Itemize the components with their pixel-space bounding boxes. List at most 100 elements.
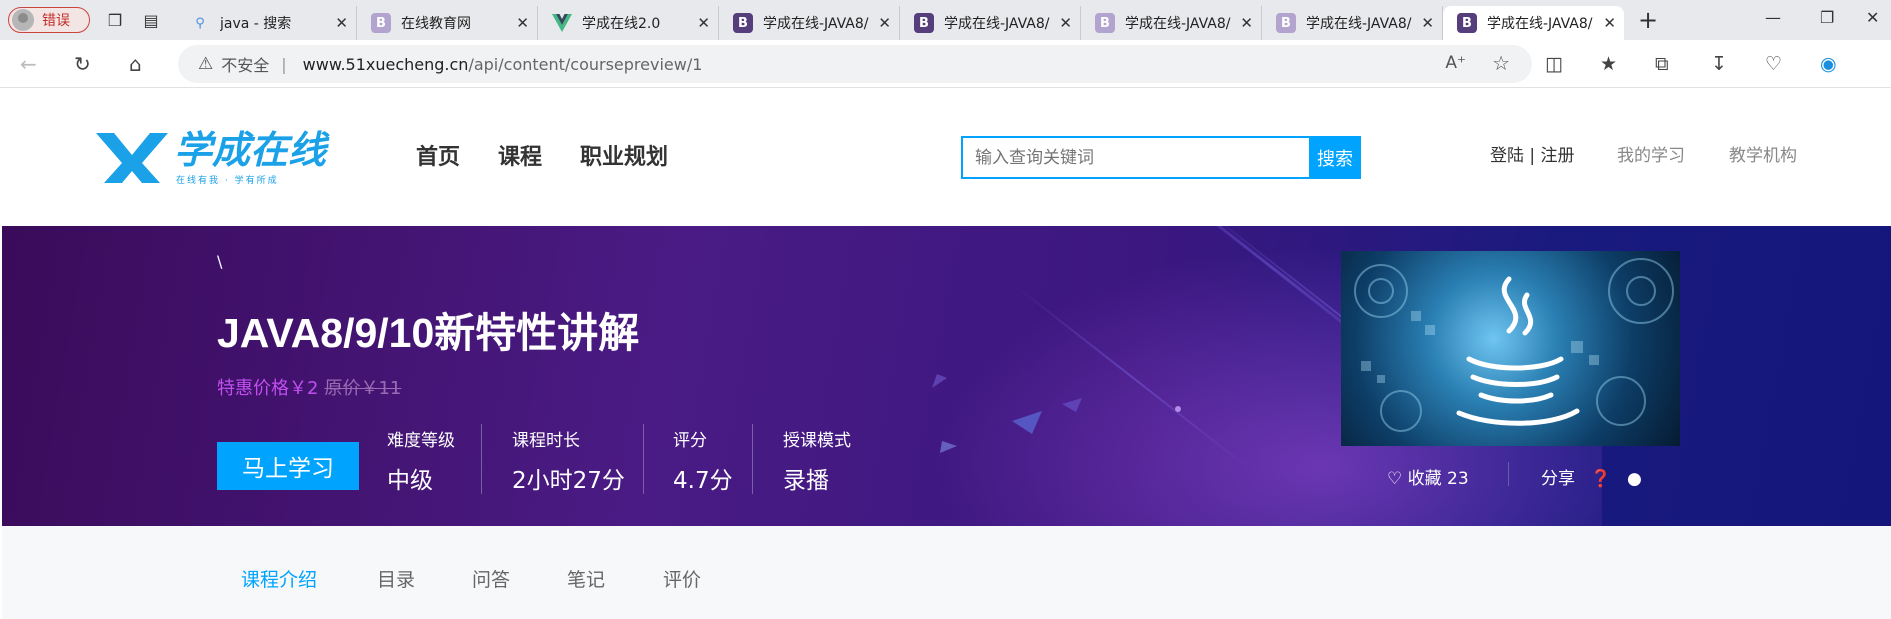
search-input[interactable] xyxy=(961,136,1309,179)
close-tab-icon[interactable]: ✕ xyxy=(1240,14,1253,32)
browser-tab[interactable]: B 学成在线-JAVA8/ ✕ xyxy=(900,6,1081,40)
stat-duration: 课程时长 2小时27分 xyxy=(512,426,625,495)
bootstrap-icon: B xyxy=(733,13,753,33)
favorites-icon[interactable]: ★ xyxy=(1600,53,1617,75)
wechat-icon[interactable]: ❓ xyxy=(1590,469,1611,489)
tab-actions-icon[interactable]: ▤ xyxy=(140,9,162,31)
site-search: 搜索 xyxy=(961,136,1361,179)
java-logo-icon xyxy=(1354,258,1674,432)
tab-intro[interactable]: 课程介绍 xyxy=(241,565,317,592)
qq-icon[interactable]: ● xyxy=(1627,469,1642,489)
tab-qa[interactable]: 问答 xyxy=(472,565,510,592)
tab-title: java - 搜索 xyxy=(220,16,292,32)
address-toolbar: ← ↻ ⌂ ⚠ 不安全 | www.51xuecheng.cn/api/cont… xyxy=(0,40,1891,88)
site-header: 学成在线 在线有我 · 学有所成 首页 课程 职业规划 搜索 登陆 | 注册 我… xyxy=(0,89,1891,226)
stat-label: 评分 xyxy=(673,431,707,451)
nav-career[interactable]: 职业规划 xyxy=(580,139,668,171)
course-banner: \ JAVA8/9/10新特性讲解 特惠价格￥2 原价￥11 马上学习 难度等级 … xyxy=(2,226,1891,526)
tab-title: 学成在线2.0 xyxy=(582,16,661,32)
browser-tab[interactable]: B 学成在线-JAVA8/ ✕ xyxy=(1081,6,1262,40)
home-icon[interactable]: ⌂ xyxy=(129,52,142,76)
search-button[interactable]: 搜索 xyxy=(1309,136,1361,179)
bootstrap-icon: B xyxy=(1095,13,1115,33)
start-learning-button[interactable]: 马上学习 xyxy=(217,442,359,490)
register-link[interactable]: 注册 xyxy=(1541,146,1575,166)
security-label: 不安全 xyxy=(221,56,270,75)
share-label: 分享 xyxy=(1541,469,1575,489)
course-title: JAVA8/9/10新特性讲解 xyxy=(217,310,640,356)
edge-copilot-icon[interactable]: ◉ xyxy=(1820,53,1837,75)
tab-title: 学成在线-JAVA8/ xyxy=(1306,16,1412,32)
stat-value: 录播 xyxy=(783,468,829,494)
browser-tab[interactable]: ⚲ java - 搜索 ✕ xyxy=(176,6,357,40)
institution-link[interactable]: 教学机构 xyxy=(1729,141,1797,166)
browser-tab-active[interactable]: B 学成在线-JAVA8/ ✕ xyxy=(1443,6,1624,40)
stat-divider xyxy=(481,424,482,494)
browser-tab[interactable]: B 学成在线-JAVA8/ ✕ xyxy=(1262,6,1443,40)
split-screen-icon[interactable]: ◫ xyxy=(1545,53,1563,75)
bootstrap-icon: B xyxy=(371,13,391,33)
my-learning-link[interactable]: 我的学习 xyxy=(1617,141,1685,166)
login-link[interactable]: 登陆 xyxy=(1490,146,1524,166)
favorite-action[interactable]: ♡ 收藏 23 xyxy=(1387,464,1469,489)
favorite-star-icon[interactable]: ☆ xyxy=(1492,51,1510,75)
profile-button[interactable]: 错误 xyxy=(8,7,90,33)
minimize-icon[interactable]: — xyxy=(1765,8,1781,27)
back-icon[interactable]: ← xyxy=(20,52,37,76)
tab-title: 在线教育网 xyxy=(401,16,471,32)
tab-catalog[interactable]: 目录 xyxy=(377,565,415,592)
tab-title: 学成在线-JAVA8/ xyxy=(944,16,1050,32)
auth-links: 登陆 | 注册 xyxy=(1490,141,1575,166)
read-aloud-icon[interactable]: A⁺ xyxy=(1445,53,1466,73)
workspaces-icon[interactable]: ❒ xyxy=(104,9,126,31)
stat-value: 中级 xyxy=(387,468,433,494)
close-tab-icon[interactable]: ✕ xyxy=(1059,14,1072,32)
stat-mode: 授课模式 录播 xyxy=(783,426,851,495)
url-separator: | xyxy=(281,54,287,74)
discount-price: 特惠价格￥2 xyxy=(217,378,319,399)
close-tab-icon[interactable]: ✕ xyxy=(335,14,348,32)
bootstrap-icon: B xyxy=(914,13,934,33)
nav-home[interactable]: 首页 xyxy=(416,139,460,171)
download-icon[interactable]: ↧ xyxy=(1711,53,1727,75)
avatar-icon xyxy=(12,9,34,31)
stat-label: 课程时长 xyxy=(512,431,580,451)
bootstrap-icon: B xyxy=(1457,13,1477,33)
favorite-label: 收藏 23 xyxy=(1407,469,1469,489)
stat-value: 2小时27分 xyxy=(512,468,625,494)
stat-difficulty: 难度等级 中级 xyxy=(387,426,455,495)
close-tab-icon[interactable]: ✕ xyxy=(1603,14,1616,32)
nav-courses[interactable]: 课程 xyxy=(498,139,542,171)
logo-text: 学成在线 xyxy=(174,128,330,172)
browser-tab[interactable]: B 学成在线-JAVA8/ ✕ xyxy=(719,6,900,40)
collections-icon[interactable]: ⧉ xyxy=(1655,53,1669,75)
address-bar[interactable]: ⚠ 不安全 | www.51xuecheng.cn/api/content/co… xyxy=(178,45,1532,83)
url-text: www.51xuecheng.cn/api/content/courseprev… xyxy=(303,55,703,74)
stat-label: 难度等级 xyxy=(387,431,455,451)
refresh-icon[interactable]: ↻ xyxy=(74,52,91,76)
site-logo[interactable]: 学成在线 在线有我 · 学有所成 xyxy=(96,125,346,187)
xc-logo-icon: 学成在线 在线有我 · 学有所成 xyxy=(96,128,330,186)
profile-status-label: 错误 xyxy=(42,13,70,29)
share-action: 分享 ❓ ● xyxy=(1541,464,1642,489)
vue-icon xyxy=(552,13,572,33)
course-price: 特惠价格￥2 原价￥11 xyxy=(217,374,401,400)
close-window-icon[interactable]: ✕ xyxy=(1866,8,1879,27)
browser-essentials-icon[interactable]: ♡ xyxy=(1765,53,1782,75)
close-tab-icon[interactable]: ✕ xyxy=(878,14,891,32)
browser-tab[interactable]: 学成在线2.0 ✕ xyxy=(538,6,719,40)
close-tab-icon[interactable]: ✕ xyxy=(516,14,529,32)
auth-divider: | xyxy=(1529,146,1536,166)
tab-reviews[interactable]: 评价 xyxy=(663,565,701,592)
url-host: www.51xuecheng.cn xyxy=(302,54,469,74)
browser-tab[interactable]: B 在线教育网 ✕ xyxy=(357,6,538,40)
logo-tagline: 在线有我 · 学有所成 xyxy=(176,174,279,186)
close-tab-icon[interactable]: ✕ xyxy=(697,14,710,32)
tab-title: 学成在线-JAVA8/ xyxy=(763,16,869,32)
browser-tab-strip: 错误 ❒ ▤ ⚲ java - 搜索 ✕ B 在线教育网 ✕ 学成在线2.0 ✕… xyxy=(0,0,1891,40)
action-divider xyxy=(1508,462,1509,486)
close-tab-icon[interactable]: ✕ xyxy=(1421,14,1434,32)
new-tab-icon[interactable]: + xyxy=(1638,6,1658,34)
restore-icon[interactable]: ❐ xyxy=(1820,8,1834,27)
tab-notes[interactable]: 笔记 xyxy=(567,565,605,592)
